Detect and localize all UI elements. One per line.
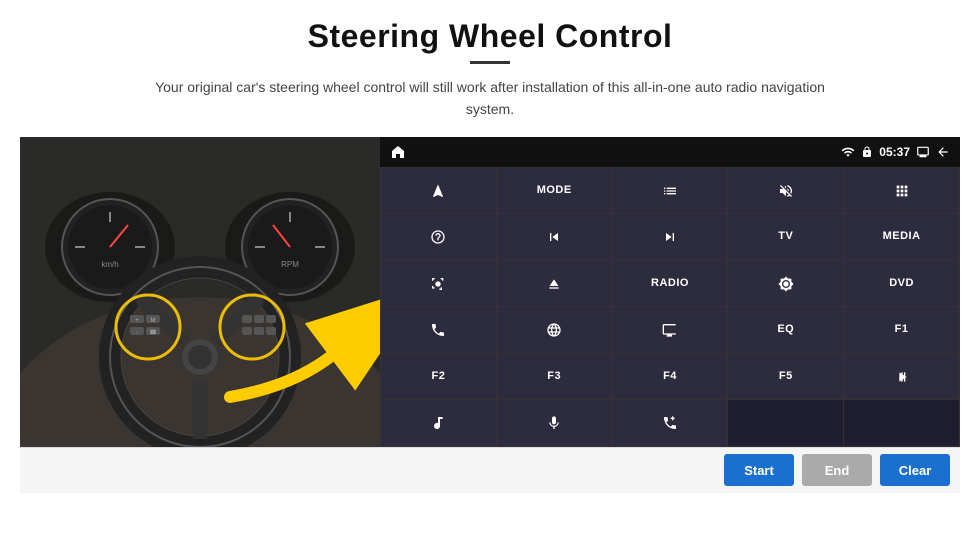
start-button[interactable]: Start — [724, 454, 794, 486]
f1-button[interactable]: F1 — [844, 307, 959, 353]
svg-text:☎: ☎ — [149, 329, 157, 336]
list-button[interactable] — [613, 168, 728, 214]
page-title: Steering Wheel Control — [308, 18, 673, 55]
camera360-button[interactable] — [381, 261, 496, 307]
empty-button-2[interactable] — [844, 400, 959, 446]
f2-button[interactable]: F2 — [381, 354, 496, 400]
navigate-button[interactable] — [381, 168, 496, 214]
status-left — [390, 144, 406, 160]
f4-button[interactable]: F4 — [613, 354, 728, 400]
eq-button[interactable]: EQ — [728, 307, 843, 353]
eject-button[interactable] — [497, 261, 612, 307]
content-row: km/h RPM — [20, 137, 960, 447]
bottom-bar: Start End Clear — [20, 447, 960, 493]
end-button[interactable]: End — [802, 454, 872, 486]
page-subtitle: Your original car's steering wheel contr… — [150, 76, 830, 121]
lock-icon — [861, 146, 873, 158]
status-right: 05:37 — [841, 145, 950, 159]
f5-button[interactable]: F5 — [728, 354, 843, 400]
back-icon — [936, 145, 950, 159]
svg-text:km/h: km/h — [101, 260, 118, 269]
next-button[interactable] — [613, 214, 728, 260]
f3-button[interactable]: F3 — [497, 354, 612, 400]
wifi-icon — [841, 145, 855, 159]
svg-text:RPM: RPM — [281, 260, 299, 269]
media-button[interactable]: MEDIA — [844, 214, 959, 260]
display-button[interactable] — [613, 307, 728, 353]
control-panel: 05:37 MODE — [380, 137, 960, 447]
dvd-button[interactable]: DVD — [844, 261, 959, 307]
prev-button[interactable] — [497, 214, 612, 260]
title-divider — [470, 61, 510, 64]
button-grid: MODE — [380, 167, 960, 447]
status-bar: 05:37 — [380, 137, 960, 167]
brightness-button[interactable] — [728, 261, 843, 307]
volphone-button[interactable] — [613, 400, 728, 446]
home-icon — [390, 144, 406, 160]
mic-button[interactable] — [497, 400, 612, 446]
screen-icon — [916, 145, 930, 159]
web-button[interactable] — [497, 307, 612, 353]
apps-button[interactable] — [844, 168, 959, 214]
mode-button[interactable]: MODE — [497, 168, 612, 214]
svg-text:+: + — [135, 318, 139, 324]
radio-button[interactable]: RADIO — [613, 261, 728, 307]
empty-button-1[interactable] — [728, 400, 843, 446]
playpause-button[interactable] — [844, 354, 959, 400]
time-display: 05:37 — [879, 145, 910, 159]
music-button[interactable] — [381, 400, 496, 446]
clear-button[interactable]: Clear — [880, 454, 950, 486]
svg-text:M: M — [151, 318, 156, 324]
steering-wheel-image: km/h RPM — [20, 137, 380, 447]
page-container: Steering Wheel Control Your original car… — [0, 0, 980, 544]
svg-text:-: - — [136, 330, 138, 336]
settings-button[interactable] — [381, 214, 496, 260]
phone-button[interactable] — [381, 307, 496, 353]
tv-button[interactable]: TV — [728, 214, 843, 260]
mute-button[interactable] — [728, 168, 843, 214]
